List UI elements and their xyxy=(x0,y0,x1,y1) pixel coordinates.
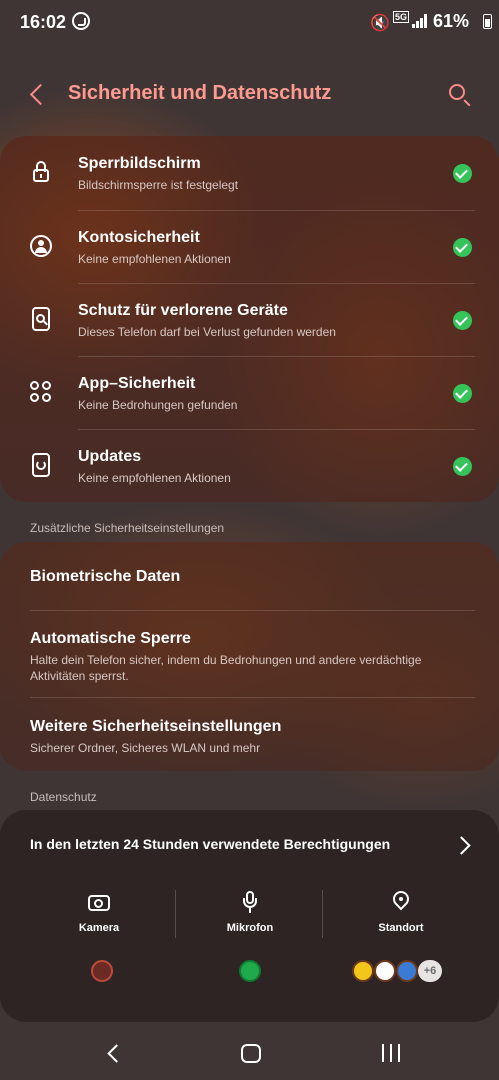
check-icon xyxy=(453,311,472,330)
item-title: Updates xyxy=(78,448,142,465)
check-icon xyxy=(453,164,472,183)
additional-security-card: Biometrische Daten Automatische Sperre H… xyxy=(0,542,499,771)
lock-icon xyxy=(28,159,54,185)
list-item-biometrics[interactable]: Biometrische Daten xyxy=(0,542,499,610)
more-apps-badge[interactable]: +6 xyxy=(418,960,442,982)
microphone-icon xyxy=(238,890,262,914)
back-button[interactable] xyxy=(24,80,54,110)
list-item-sperrbildschirm[interactable]: Sperrbildschirm Bildschirmsperre ist fes… xyxy=(0,136,499,209)
item-subtitle: Keine empfohlenen Aktionen xyxy=(78,252,231,266)
permissions-used-link[interactable]: In den letzten 24 Stunden verwendete Ber… xyxy=(30,836,390,852)
permission-microphone[interactable]: Mikrofon xyxy=(180,890,320,940)
page-title: Sicherheit und Datenschutz xyxy=(68,82,332,104)
search-button[interactable] xyxy=(446,81,474,109)
section-label-additional: Zusätzliche Sicherheitseinstellungen xyxy=(30,521,225,535)
signal-icon xyxy=(412,14,428,28)
whatsapp-app-icon[interactable] xyxy=(239,960,261,982)
divider xyxy=(322,890,323,938)
item-subtitle: Dieses Telefon darf bei Verlust gefunden… xyxy=(78,325,336,339)
find-device-icon xyxy=(28,306,54,332)
item-title: Biometrische Daten xyxy=(30,568,181,585)
camera-app-icon[interactable] xyxy=(91,960,113,982)
item-subtitle: Keine empfohlenen Aktionen xyxy=(78,471,231,485)
item-title: Sperrbildschirm xyxy=(78,155,201,172)
status-bar: 16:02 🔇 5G 61% xyxy=(0,0,499,46)
nav-back-button[interactable] xyxy=(104,1044,124,1064)
permission-location[interactable]: Standort xyxy=(331,887,471,940)
list-item-app-security[interactable]: App–Sicherheit Keine Bedrohungen gefunde… xyxy=(0,356,499,429)
location-icon xyxy=(389,887,413,914)
update-icon xyxy=(28,452,54,478)
list-item-lost-device[interactable]: Schutz für verlorene Geräte Dieses Telef… xyxy=(0,283,499,356)
check-icon xyxy=(453,457,472,476)
check-icon xyxy=(453,384,472,403)
status-time: 16:02 xyxy=(20,12,67,32)
chevron-right-icon[interactable] xyxy=(452,834,474,856)
whatsapp-notification-icon xyxy=(72,12,90,30)
navigation-bar xyxy=(0,1030,499,1080)
permission-label: Mikrofon xyxy=(226,922,274,934)
item-title: Weitere Sicherheitseinstellungen xyxy=(30,718,282,735)
security-status-card: Sperrbildschirm Bildschirmsperre ist fes… xyxy=(0,136,499,502)
list-item-more-security[interactable]: Weitere Sicherheitseinstellungen Sichere… xyxy=(0,697,499,771)
permission-label: Standort xyxy=(378,922,424,934)
list-item-kontosicherheit[interactable]: Kontosicherheit Keine empfohlenen Aktion… xyxy=(0,210,499,283)
item-subtitle: Keine Bedrohungen gefunden xyxy=(78,398,238,412)
permission-label: Kamera xyxy=(78,922,120,934)
apps-icon xyxy=(28,379,54,405)
account-icon xyxy=(28,233,54,259)
list-item-auto-lock[interactable]: Automatische Sperre Halte dein Telefon s… xyxy=(0,610,499,697)
item-title: Automatische Sperre xyxy=(30,630,191,647)
divider xyxy=(175,890,176,938)
search-icon-handle xyxy=(463,99,471,107)
item-subtitle: Bildschirmsperre ist festgelegt xyxy=(78,178,239,192)
app-header: Sicherheit und Datenschutz xyxy=(0,70,499,120)
weather-app-icon[interactable] xyxy=(396,960,418,982)
section-label-privacy: Datenschutz xyxy=(30,790,97,804)
battery-percent: 61% xyxy=(433,11,470,31)
app-icon-yellow[interactable] xyxy=(352,960,374,982)
item-title: Kontosicherheit xyxy=(78,229,200,246)
mute-icon: 🔇 xyxy=(370,15,390,32)
permission-camera[interactable]: Kamera xyxy=(29,890,169,940)
nav-recents-button[interactable] xyxy=(382,1044,402,1062)
privacy-card: In den letzten 24 Stunden verwendete Ber… xyxy=(0,810,499,1022)
network-type: 5G xyxy=(393,11,410,23)
check-icon xyxy=(453,238,472,257)
item-title: App–Sicherheit xyxy=(78,375,196,392)
item-title: Schutz für verlorene Geräte xyxy=(78,302,288,319)
camera-icon xyxy=(87,890,111,914)
battery-icon xyxy=(483,14,492,29)
item-subtitle: Sicherer Ordner, Sicheres WLAN und mehr xyxy=(30,741,261,755)
list-item-updates[interactable]: Updates Keine empfohlenen Aktionen xyxy=(0,429,499,502)
nav-home-button[interactable] xyxy=(241,1044,261,1063)
maps-app-icon[interactable] xyxy=(374,960,396,982)
item-subtitle: Halte dein Telefon sicher, indem du Bedr… xyxy=(30,653,422,683)
search-icon xyxy=(449,84,465,100)
